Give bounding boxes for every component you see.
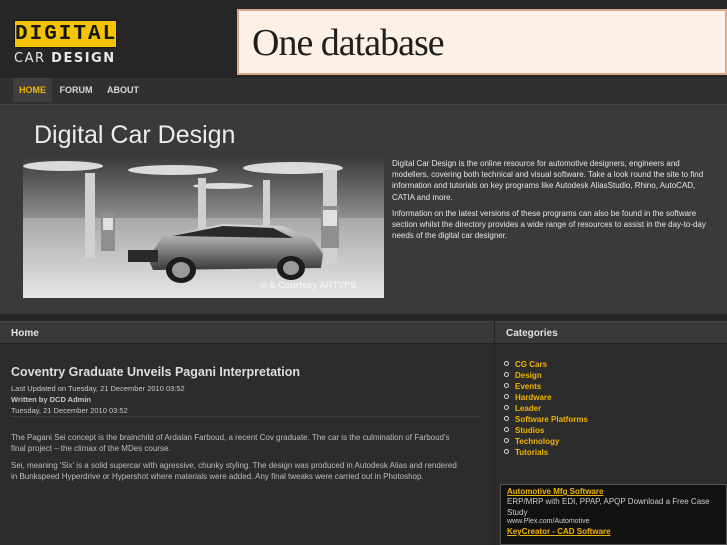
article-paragraph: Sei, meaning 'Six' is a solid supercar w… (11, 461, 457, 481)
categories-heading: Categories (495, 321, 727, 344)
article-author: Written by DCD Admin (11, 395, 91, 404)
banner-ad[interactable]: One database (237, 9, 727, 75)
text-ads: Automotive Mfg Software ERP/MRP with EDI… (500, 484, 727, 545)
intro-text: Digital Car Design is the online resourc… (392, 158, 714, 246)
category-label: Design (515, 371, 542, 380)
logo-wordmark-digital: DIGITAL (14, 20, 117, 48)
logo-wordmark-car-design: CAR DESIGN (14, 51, 117, 66)
hero-car-image: © & Courtesy ARTVPS (23, 158, 384, 298)
category-link-software-platforms[interactable]: Software Platforms (504, 414, 588, 425)
nav-item-home[interactable]: HOME (13, 78, 52, 102)
ad-description: ERP/MRP with EDI, PPAP, APQP Download a … (507, 497, 710, 517)
category-label: Technology (515, 437, 560, 446)
bullet-icon (504, 383, 509, 388)
category-label: Software Platforms (515, 415, 588, 424)
category-link-cg-cars[interactable]: CG Cars (504, 359, 588, 370)
car-showroom-illustration (23, 158, 384, 298)
category-link-technology[interactable]: Technology (504, 436, 588, 447)
bullet-icon (504, 361, 509, 366)
hero-section: Digital Car Design © & Courtesy ARTVPS D… (0, 104, 727, 314)
banner-ad-text: One database (252, 22, 445, 64)
category-label: Studios (515, 426, 545, 435)
category-link-studios[interactable]: Studios (504, 425, 588, 436)
category-link-hardware[interactable]: Hardware (504, 392, 588, 403)
article-last-updated: Last Updated on Tuesday, 21 December 201… (11, 384, 185, 393)
bullet-icon (504, 449, 509, 454)
main-heading: Home (0, 321, 494, 344)
article-paragraph: The Pagani Sei concept is the brainchild… (11, 433, 450, 453)
image-credit: © & Courtesy ARTVPS (260, 280, 356, 290)
bullet-icon (504, 394, 509, 399)
page-title: Digital Car Design (34, 121, 236, 149)
bullet-icon (504, 416, 509, 421)
site-header: DIGITAL CAR DESIGN One database (0, 0, 727, 78)
category-link-leader[interactable]: Leader (504, 403, 588, 414)
main-nav: HOME FORUM ABOUT (0, 78, 727, 104)
article-date: Tuesday, 21 December 2010 03:52 (11, 406, 128, 415)
intro-paragraph: Digital Car Design is the online resourc… (392, 159, 704, 202)
logo-design: DESIGN (51, 51, 116, 66)
ad-url[interactable]: www.Plex.com/Automotive (507, 518, 726, 525)
main-content: Home Coventry Graduate Unveils Pagani In… (0, 321, 494, 545)
bullet-icon (504, 438, 509, 443)
site-logo[interactable]: DIGITAL CAR DESIGN (14, 20, 117, 66)
category-list: CG Cars Design Events Hardware Leader So… (504, 359, 588, 458)
category-link-tutorials[interactable]: Tutorials (504, 447, 588, 458)
bullet-icon (504, 405, 509, 410)
category-link-events[interactable]: Events (504, 381, 588, 392)
logo-car: CAR (14, 51, 46, 66)
category-label: Events (515, 382, 542, 391)
bullet-icon (504, 427, 509, 432)
bullet-icon (504, 372, 509, 377)
category-label: Hardware (515, 393, 552, 402)
intro-paragraph: Information on the latest versions of th… (392, 208, 706, 241)
category-link-design[interactable]: Design (504, 370, 588, 381)
category-label: Leader (515, 404, 542, 413)
article-divider (11, 416, 481, 417)
sidebar: Categories CG Cars Design Events Hardwar… (495, 321, 727, 545)
nav-item-forum[interactable]: FORUM (55, 78, 97, 102)
category-label: Tutorials (515, 448, 549, 457)
category-label: CG Cars (515, 360, 548, 369)
nav-item-about[interactable]: ABOUT (102, 78, 144, 102)
ad-title-link[interactable]: KeyCreator - CAD Software (507, 527, 726, 536)
ad-title-link[interactable]: Automotive Mfg Software (507, 487, 726, 496)
article-title[interactable]: Coventry Graduate Unveils Pagani Interpr… (11, 365, 300, 379)
